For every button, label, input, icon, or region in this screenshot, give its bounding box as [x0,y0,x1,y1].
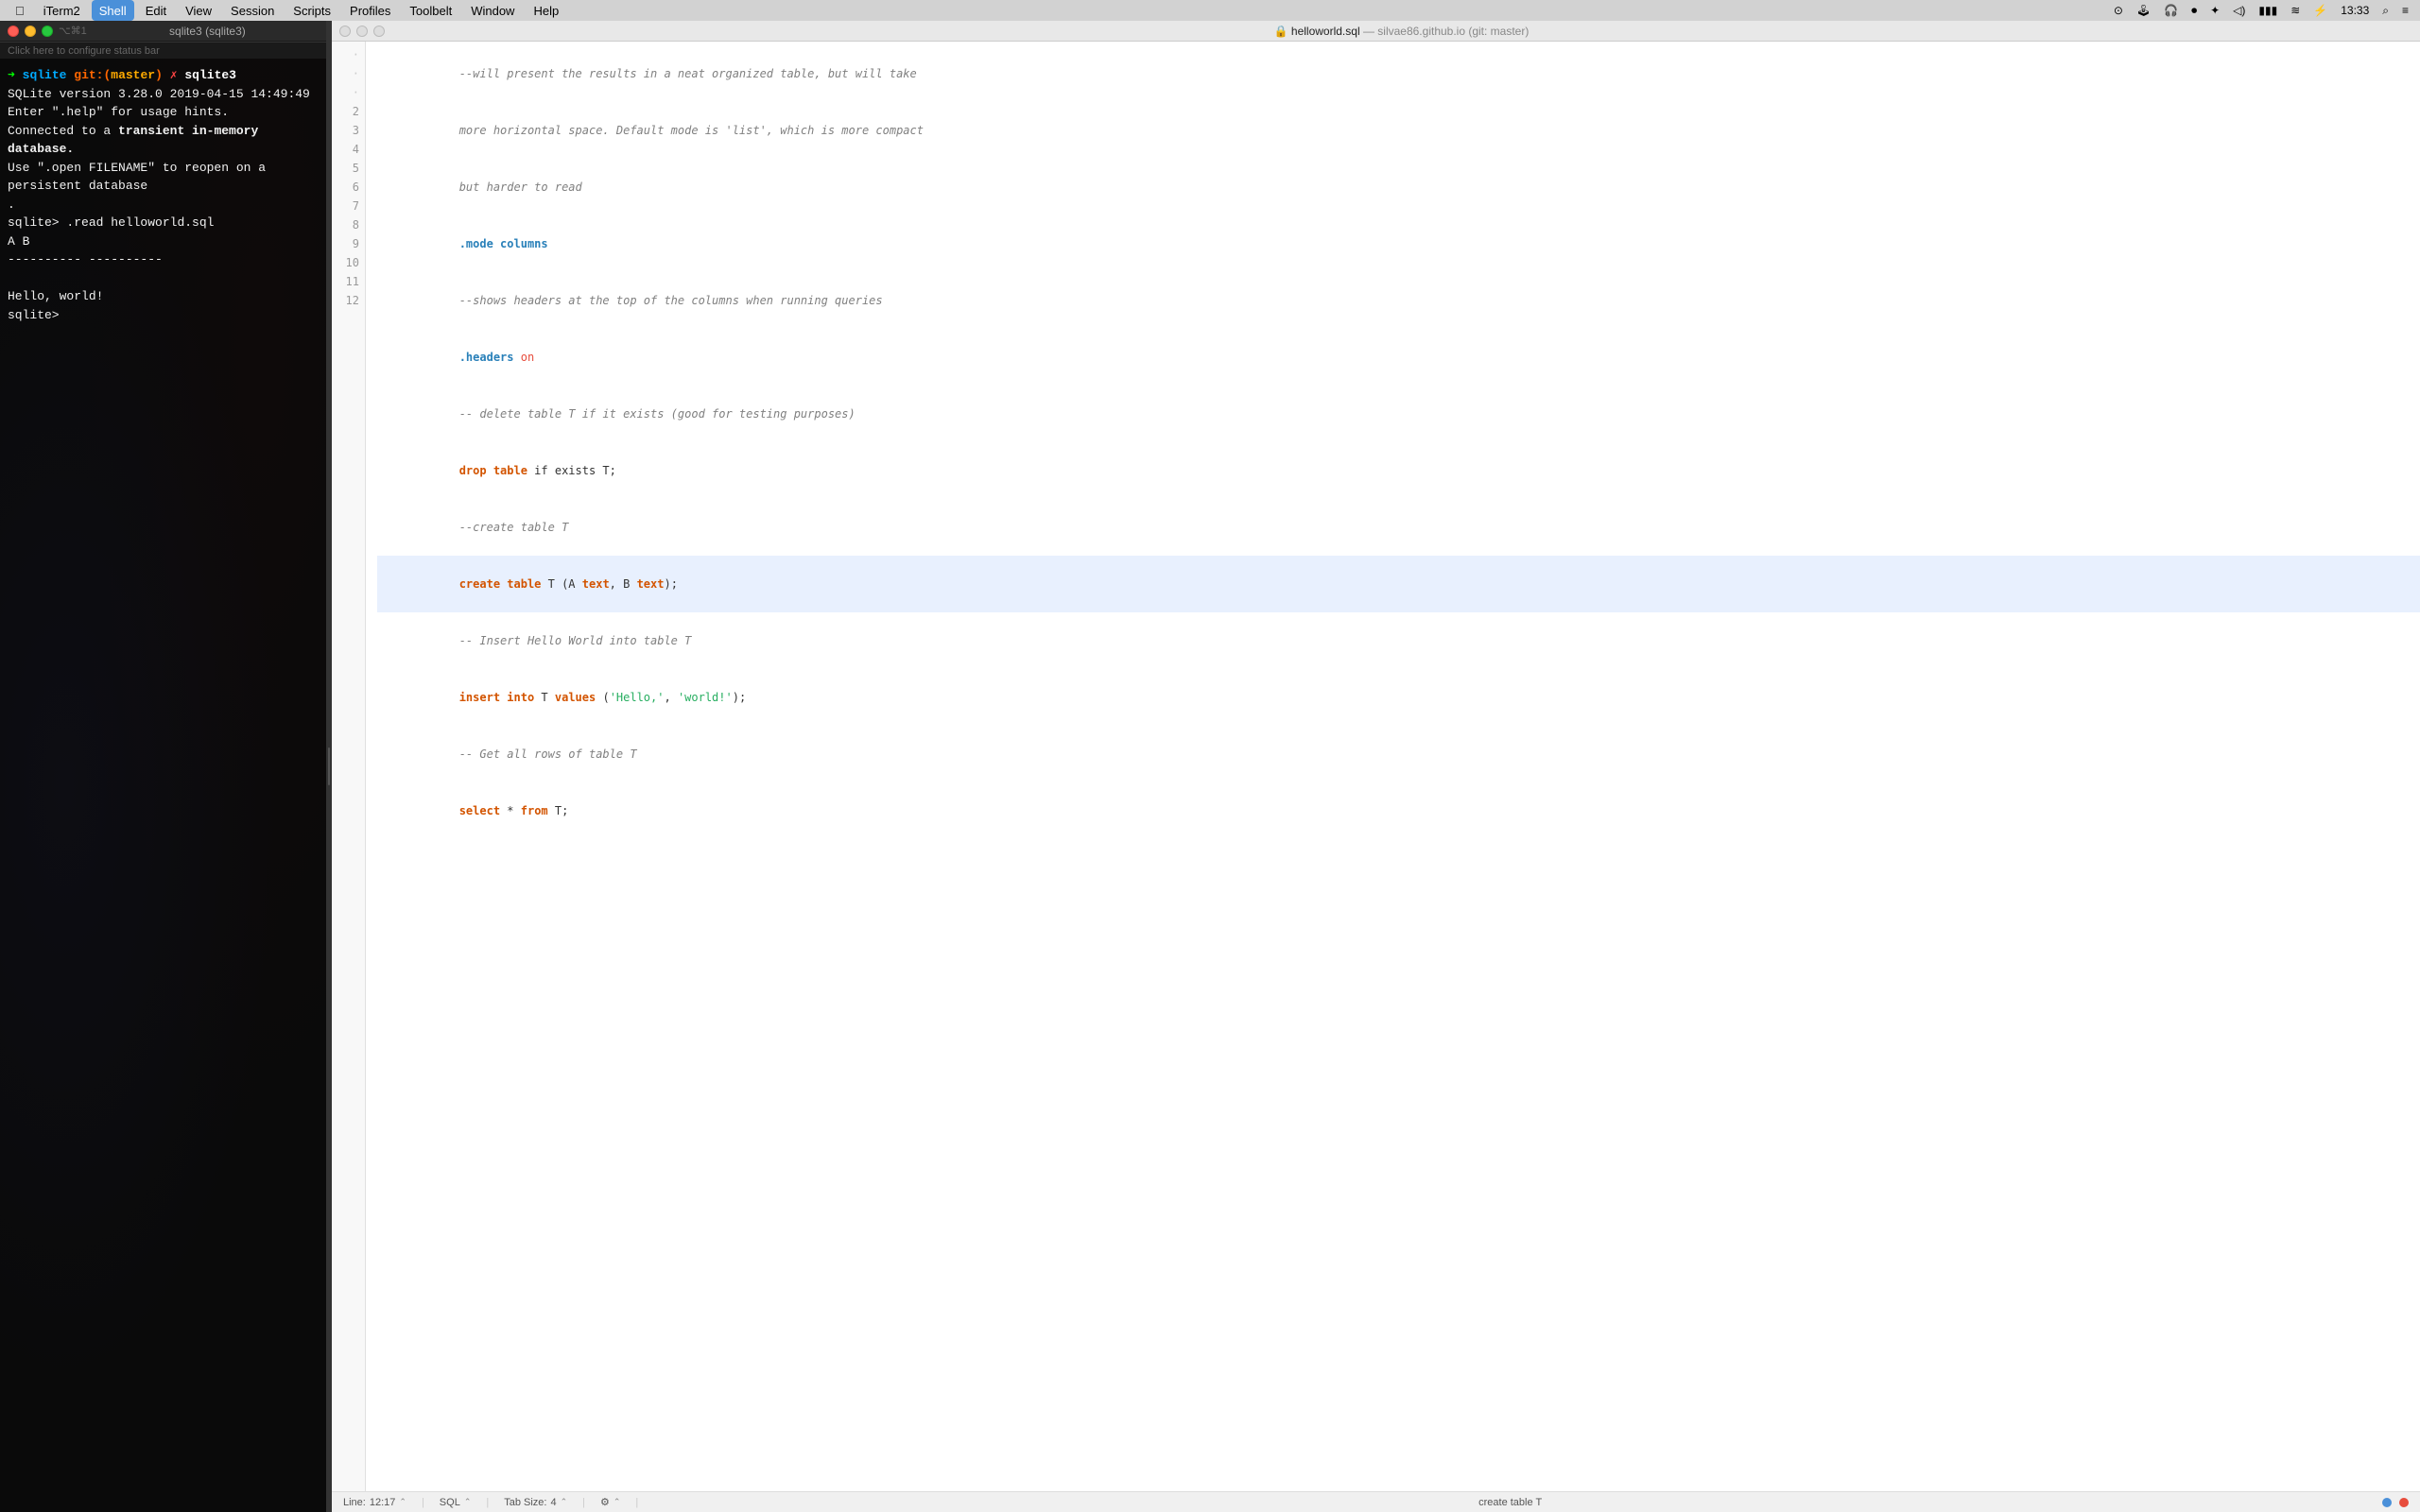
code-line-dot2: more horizontal space. Default mode is '… [377,102,2420,159]
menubar:  iTerm2 Shell Edit View Session Scripts… [0,0,2420,21]
statusbar-lang[interactable]: SQL ⌃ [440,1497,472,1508]
code-line-9: -- Insert Hello World into table T [377,612,2420,669]
terminal-line-5: . [8,196,319,215]
app: ⌥⌘1 sqlite3 (sqlite3) Click here to conf… [0,21,2420,1512]
menubar-right: ⊙ 🕹 🎧 ⏺ ✦ ◁) ▮▮▮ ≋ ⚡ 13:33 ⌕ ≡ [2110,4,2412,18]
statusbar-line-value: 12:17 [370,1497,396,1508]
statusbar-tab[interactable]: Tab Size: 4 ⌃ [504,1497,567,1508]
statusbar-line[interactable]: Line: 12:17 ⌃ [343,1497,406,1508]
nav-dot-red[interactable] [2399,1498,2409,1507]
clock: 13:33 [2337,4,2373,17]
statusbar-line-label: Line: [343,1497,366,1508]
terminal-line-data: Hello, world! [8,287,319,306]
statusbar-function-value: create table T [1478,1497,1542,1508]
editor-body: · · · 2 3 4 5 6 7 8 9 10 11 12 [332,42,2420,1491]
code-line-7: --create table T [377,499,2420,556]
terminal-panel: ⌥⌘1 sqlite3 (sqlite3) Click here to conf… [0,21,326,1512]
editor-maximize-button[interactable] [373,26,385,37]
terminal-maximize-button[interactable] [42,26,53,37]
code-area[interactable]: --will present the results in a neat org… [366,42,2420,1491]
headphones-icon[interactable]: 🎧 [2160,4,2182,17]
code-line-2: .mode columns [377,215,2420,272]
statusbar-gear-chevron: ⌃ [614,1497,621,1507]
menu-view[interactable]: View [178,0,219,21]
terminal-window-title: sqlite3 (sqlite3) [169,25,246,38]
editor-close-button[interactable] [339,26,351,37]
joystick-icon[interactable]: 🕹 [2133,4,2154,17]
status-bar-configure-text[interactable]: Click here to configure status bar [8,45,160,57]
terminal-configure-status-bar[interactable]: Click here to configure status bar [0,42,326,59]
battery-icon[interactable]: ▮▮▮ [2255,4,2281,17]
terminal-line-empty [8,269,319,288]
bluetooth-icon[interactable]: ✦ [2206,4,2223,17]
code-line-12: select * from T; [377,782,2420,839]
prompt-branch: master [111,68,155,82]
editor-titlebar: 🔒 helloworld.sql — silvae86.github.io (g… [332,21,2420,42]
prompt-arrow: ➜ [8,68,15,82]
terminal-line-final-prompt: sqlite> [8,306,319,325]
statusbar-line-chevron: ⌃ [399,1497,406,1507]
statusbar-tab-chevron: ⌃ [561,1497,568,1507]
statusbar-tab-label: Tab Size: [504,1497,546,1508]
code-line-4: .headers on [377,329,2420,386]
volume-icon[interactable]: ◁) [2229,4,2249,17]
terminal-minimize-button[interactable] [25,26,36,37]
code-line-11: -- Get all rows of table T [377,726,2420,782]
menu-toolbelt[interactable]: Toolbelt [402,0,459,21]
line-numbers: · · · 2 3 4 5 6 7 8 9 10 11 12 [332,42,366,1491]
statusbar-tab-value: 4 [550,1497,556,1508]
terminal-shortcut: ⌥⌘1 [59,25,87,37]
terminal-line-1: SQLite version 3.28.0 2019-04-15 14:49:4… [8,85,319,104]
menu-profiles[interactable]: Profiles [342,0,398,21]
prompt-dir: sqlite [23,68,67,82]
compass-icon[interactable]: ⊙ [2110,4,2127,17]
statusbar-lang-value: SQL [440,1497,460,1508]
terminal-titlebar: ⌥⌘1 sqlite3 (sqlite3) [0,21,326,42]
battery-charging-icon[interactable]: ⚡ [2309,4,2331,17]
editor-statusbar: Line: 12:17 ⌃ | SQL ⌃ | Tab Size: 4 ⌃ | … [332,1491,2420,1512]
panel-splitter[interactable] [326,21,332,1512]
statusbar-lang-chevron: ⌃ [464,1497,472,1507]
menu-shell[interactable]: Shell [92,0,134,21]
terminal-line-4: Use ".open FILENAME" to reopen on a pers… [8,159,319,196]
prompt-cross: ✗ [170,68,178,82]
gear-icon: ⚙ [600,1496,610,1508]
terminal-line-separator: ---------- ---------- [8,250,319,269]
code-line-dot1: --will present the results in a neat org… [377,45,2420,102]
apple-menu[interactable]:  [8,0,32,21]
search-icon[interactable]: ⌕ [2378,4,2393,18]
control-strip-icon[interactable]: ≡ [2398,4,2412,17]
menu-window[interactable]: Window [463,0,522,21]
code-line-dot3: but harder to read [377,159,2420,215]
menu-edit[interactable]: Edit [138,0,174,21]
prompt-git-close: ) [155,68,163,82]
wifi-icon[interactable]: ≋ [2287,4,2304,17]
nav-dot-blue[interactable] [2382,1498,2392,1507]
code-line-3: --shows headers at the top of the column… [377,272,2420,329]
statusbar-function[interactable]: create table T [1478,1497,1542,1508]
terminal-content[interactable]: ➜ sqlite git:(master) ✗ sqlite3 SQLite v… [0,59,326,1512]
terminal-line-prompt: ➜ sqlite git:(master) ✗ sqlite3 [8,66,319,85]
code-line-5: -- delete table T if it exists (good for… [377,386,2420,442]
terminal-line-3: Connected to a transient in-memory datab… [8,122,319,159]
terminal-line-header: A B [8,232,319,251]
editor-minimize-button[interactable] [356,26,368,37]
editor-title: 🔒 helloworld.sql — silvae86.github.io (g… [1274,25,1530,38]
prompt-cmd: sqlite3 [184,68,236,82]
menu-iterm2[interactable]: iTerm2 [36,0,88,21]
split-container: ⌥⌘1 sqlite3 (sqlite3) Click here to conf… [0,21,2420,1512]
terminal-line-2: Enter ".help" for usage hints. [8,103,319,122]
statusbar-gear[interactable]: ⚙ ⌃ [600,1496,620,1508]
code-line-6: drop table if exists T; [377,442,2420,499]
terminal-line-read: sqlite> .read helloworld.sql [8,214,319,232]
terminal-close-button[interactable] [8,26,19,37]
editor-panel: 🔒 helloworld.sql — silvae86.github.io (g… [332,21,2420,1512]
menu-session[interactable]: Session [223,0,282,21]
menu-help[interactable]: Help [526,0,566,21]
code-line-8: create table T (A text, B text); [377,556,2420,612]
code-line-10: insert into T values ('Hello,', 'world!'… [377,669,2420,726]
record-icon[interactable]: ⏺ [2187,4,2201,18]
prompt-git-label: git:( [74,68,111,82]
menu-scripts[interactable]: Scripts [285,0,338,21]
